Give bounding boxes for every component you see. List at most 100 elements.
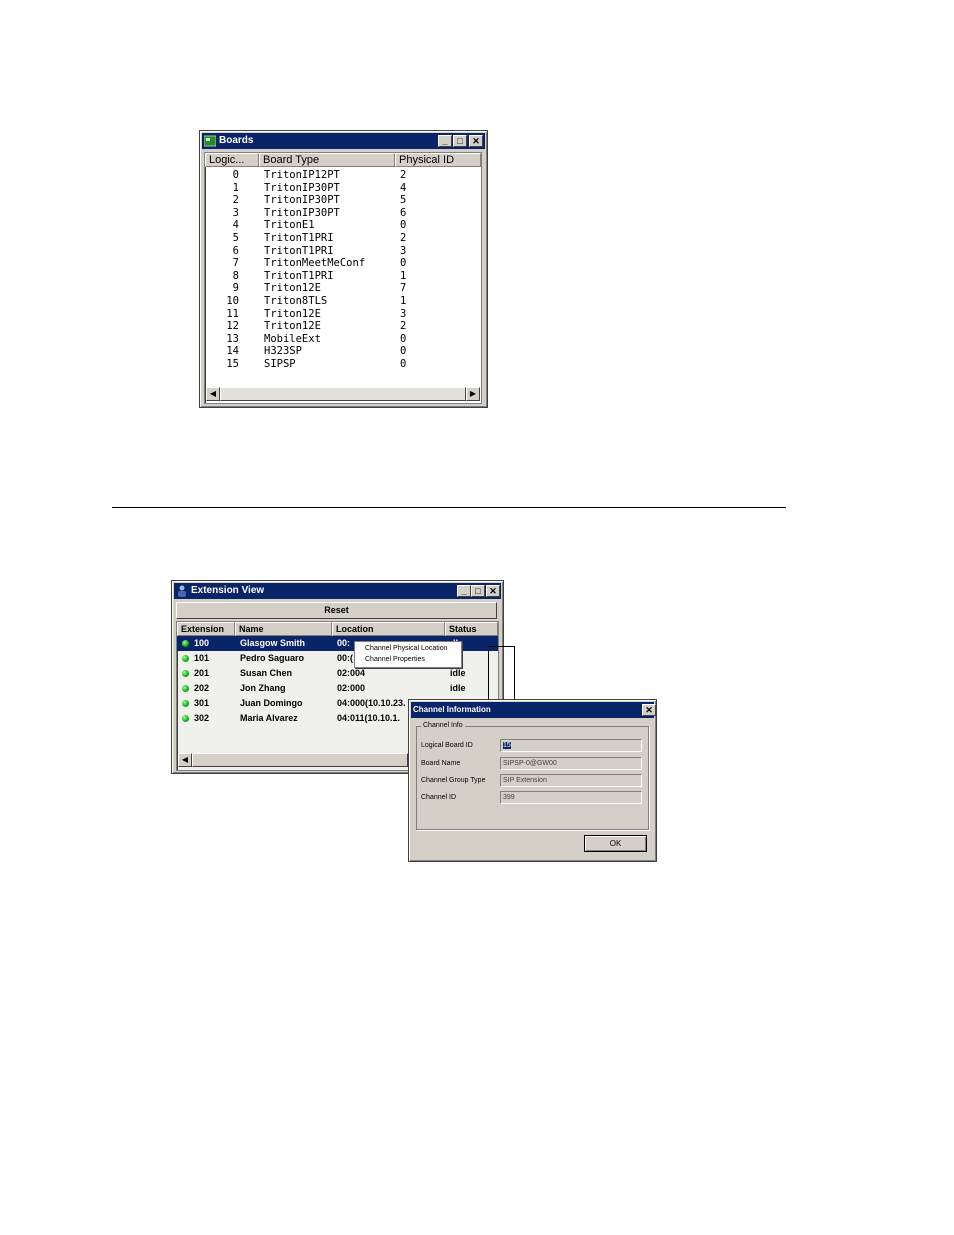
minimize-button[interactable]: _ (438, 135, 452, 147)
scroll-left-arrow-icon[interactable]: ◀ (178, 753, 192, 767)
board-row[interactable]: 10 Triton8TLS 1 (205, 295, 481, 308)
board-row[interactable]: 6 TritonT1PRI 3 (205, 245, 481, 258)
column-header-board-type[interactable]: Board Type (259, 153, 395, 167)
ok-button[interactable]: OK (584, 835, 647, 852)
extension-number: 301 (194, 698, 210, 708)
board-name-field[interactable]: SIPSP-0@GW00 (500, 757, 642, 770)
close-button[interactable]: ✕ (469, 135, 483, 147)
board-row[interactable]: 12 Triton12E 2 (205, 320, 481, 333)
board-logical-id: 9 (232, 282, 239, 295)
board-logical-id: 8 (232, 269, 239, 282)
board-type: TritonT1PRI (264, 269, 334, 282)
board-logical-id: 10 (226, 295, 239, 307)
logical-board-id-label: Logical Board ID (421, 742, 473, 749)
extension-row[interactable]: 201 Susan Chen 02:004 idle (177, 666, 498, 681)
extension-location: 00:( (337, 653, 354, 663)
column-header-name[interactable]: Name (235, 622, 332, 636)
board-row[interactable]: 5 TritonT1PRI 2 (205, 232, 481, 245)
board-logical-id: 13 (226, 332, 239, 345)
logical-board-id-field[interactable]: 15 (500, 739, 642, 752)
minimize-button[interactable]: _ (457, 585, 471, 597)
board-type: MobileExt (264, 332, 321, 345)
extension-location: 02:004 (337, 668, 366, 678)
extension-name: Pedro Saguaro (240, 653, 305, 663)
board-type: TritonMeetMeConf (264, 257, 366, 270)
board-row[interactable]: 15 SIPSP 0 (205, 358, 481, 371)
board-physical-id: 4 (400, 181, 407, 194)
boards-titlebar[interactable]: Boards _ □ ✕ (202, 133, 485, 149)
extension-name: Jon Zhang (240, 683, 286, 693)
status-dot-icon (182, 685, 189, 692)
scroll-thumb[interactable] (220, 387, 466, 401)
menu-item-channel-physical-location[interactable]: Channel Physical Location (365, 643, 448, 654)
board-physical-id: 0 (400, 345, 407, 358)
board-logical-id: 15 (226, 358, 239, 370)
column-header-location[interactable]: Location (332, 622, 445, 636)
board-type: Triton12E (264, 307, 321, 320)
board-type: TritonT1PRI (264, 244, 334, 257)
boards-title: Boards (219, 135, 254, 146)
board-physical-id: 0 (400, 332, 407, 345)
boards-list[interactable]: Logic... Board Type Physical ID 0 TritonI… (204, 152, 482, 404)
reset-button[interactable]: Reset (176, 602, 497, 619)
channel-id-label: Channel ID (421, 794, 457, 801)
extension-name: Maria Alvarez (240, 713, 298, 723)
board-type: TritonIP30PT (264, 206, 340, 219)
board-row[interactable]: 11 Triton12E 3 (205, 308, 481, 321)
board-logical-id: 0 (232, 169, 239, 181)
scroll-right-arrow-icon[interactable]: ▶ (466, 387, 480, 401)
board-type: Triton12E (264, 282, 321, 295)
board-row[interactable]: 9 Triton12E 7 (205, 282, 481, 295)
board-name-label: Board Name (421, 760, 461, 767)
extension-name: Susan Chen (240, 668, 293, 678)
maximize-button[interactable]: □ (453, 135, 467, 147)
column-header-physical-id[interactable]: Physical ID (395, 153, 481, 167)
context-menu: Channel Physical Location Channel Proper… (354, 641, 462, 668)
extension-number: 302 (194, 713, 210, 723)
board-row[interactable]: 2 TritonIP30PT 5 (205, 194, 481, 207)
board-physical-id: 7 (400, 282, 407, 295)
scroll-left-arrow-icon[interactable]: ◀ (206, 387, 220, 401)
extension-row[interactable]: 202 Jon Zhang 02:000 idle (177, 681, 498, 696)
board-logical-id: 5 (232, 232, 239, 244)
close-button[interactable]: ✕ (642, 704, 656, 716)
board-row[interactable]: 4 TritonE1 0 (205, 219, 481, 232)
board-physical-id: 1 (400, 269, 407, 282)
board-type: TritonIP30PT (264, 194, 340, 207)
board-type: Triton12E (264, 320, 321, 333)
board-type: TritonT1PRI (264, 232, 334, 244)
extension-titlebar[interactable]: Extension View _ □ ✕ (174, 583, 501, 599)
scroll-thumb[interactable] (192, 753, 408, 767)
extension-app-icon (178, 585, 186, 597)
board-physical-id: 0 (400, 358, 407, 370)
section-divider (112, 507, 786, 508)
channel-dialog-titlebar[interactable]: Channel Information ✕ (411, 702, 656, 718)
board-row[interactable]: 0 TritonIP12PT 2 (205, 169, 481, 182)
extension-location: 04:011(10.10.1. (337, 713, 401, 723)
board-logical-id: 4 (232, 219, 239, 232)
channel-id-field[interactable]: 399 (500, 791, 642, 804)
extension-status: idle (450, 683, 466, 693)
board-row[interactable]: 8 TritonT1PRI 1 (205, 270, 481, 283)
boards-horizontal-scrollbar[interactable]: ◀ ▶ (206, 387, 480, 401)
status-dot-icon (182, 655, 189, 662)
maximize-button[interactable]: □ (471, 585, 485, 597)
board-physical-id: 5 (400, 194, 407, 207)
column-header-status[interactable]: Status (445, 622, 498, 636)
board-logical-id: 6 (232, 244, 239, 257)
column-header-logical[interactable]: Logic... (205, 153, 259, 167)
extension-location: 02:000 (337, 683, 366, 693)
column-header-extension[interactable]: Extension (177, 622, 235, 636)
close-button[interactable]: ✕ (486, 585, 500, 597)
board-physical-id: 0 (400, 257, 407, 270)
board-logical-id: 2 (232, 194, 239, 207)
channel-info-group-label: Channel Info (421, 722, 465, 729)
board-row[interactable]: 7 TritonMeetMeConf 0 (205, 257, 481, 270)
board-row[interactable]: 1 TritonIP30PT 4 (205, 182, 481, 195)
channel-group-type-field[interactable]: SIP Extension (500, 774, 642, 787)
board-row[interactable]: 13 MobileExt 0 (205, 333, 481, 346)
menu-item-channel-properties[interactable]: Channel Properties (365, 654, 425, 665)
board-row[interactable]: 14 H323SP 0 (205, 345, 481, 358)
board-row[interactable]: 3 TritonIP30PT 6 (205, 207, 481, 220)
board-type: SIPSP (264, 358, 296, 370)
